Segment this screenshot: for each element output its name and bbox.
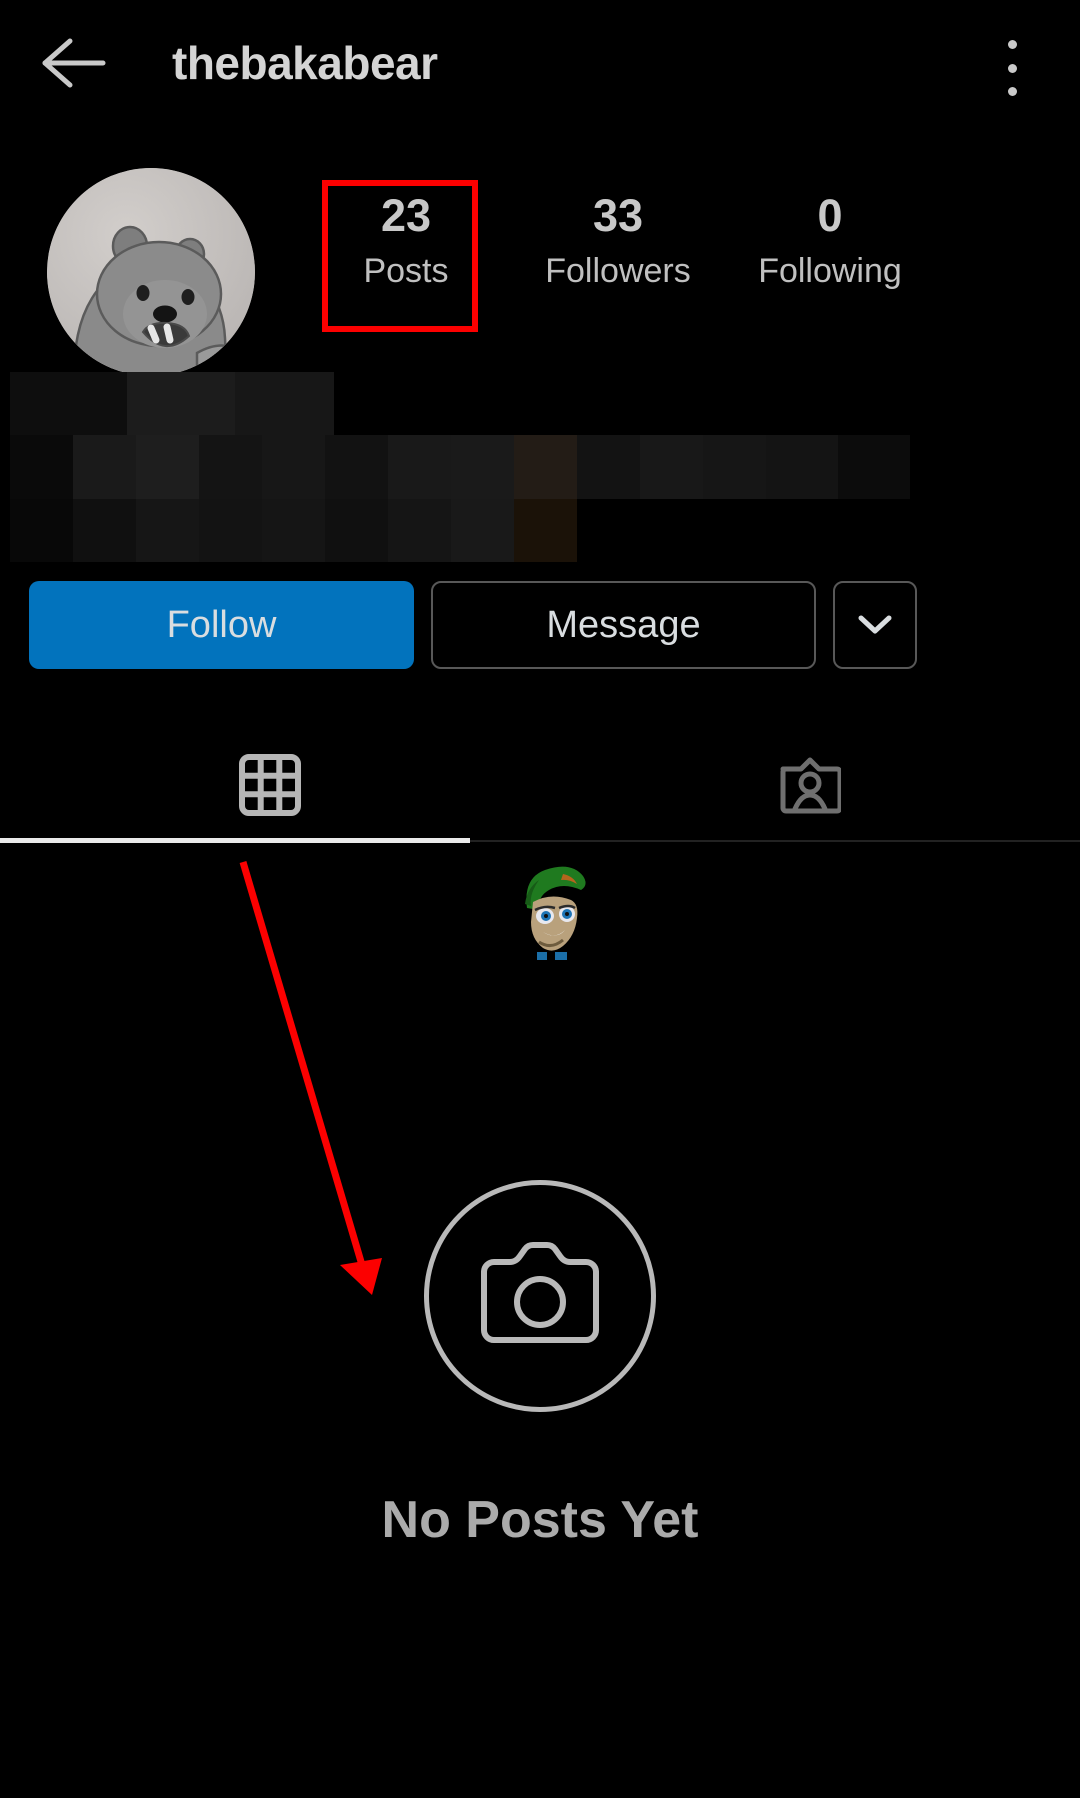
follow-button[interactable]: Follow: [29, 581, 414, 669]
profile-tabs: [0, 735, 1080, 840]
tab-divider: [470, 840, 1080, 842]
message-button[interactable]: Message: [431, 581, 816, 669]
profile-action-buttons: Follow Message: [0, 580, 1080, 670]
active-tab-indicator: [0, 838, 470, 843]
stat-followers-label: Followers: [545, 251, 691, 290]
camera-icon: [424, 1180, 656, 1412]
page-title: thebakabear: [172, 36, 438, 89]
profile-summary: 23 Posts 33 Followers 0 Following: [0, 160, 1080, 376]
bio-censored-block: [10, 372, 910, 562]
stat-posts-label: Posts: [363, 251, 449, 290]
kebab-menu-icon[interactable]: [990, 40, 1034, 96]
instagram-profile-screen: thebakabear 23 Posts 33 Followers 0 Foll…: [0, 0, 1080, 1798]
grid-icon: [239, 754, 301, 821]
stat-following-label: Following: [758, 251, 902, 290]
profile-stats: 23 Posts 33 Followers 0 Following: [300, 190, 1020, 293]
avatar[interactable]: [47, 168, 255, 376]
character-thumbnail: [505, 858, 593, 962]
empty-state: No Posts Yet: [0, 1180, 1080, 1550]
tab-tagged[interactable]: [540, 735, 1080, 840]
back-arrow-icon[interactable]: [28, 15, 124, 111]
app-header: thebakabear: [0, 0, 1080, 125]
stat-followers-value: 33: [592, 190, 644, 241]
bio-row: [10, 435, 910, 499]
stat-following[interactable]: 0 Following: [724, 190, 936, 293]
tagged-person-icon: [779, 755, 843, 820]
stat-following-value: 0: [817, 190, 843, 241]
bio-row: [10, 372, 910, 436]
chevron-down-icon[interactable]: [833, 581, 917, 669]
stat-followers[interactable]: 33 Followers: [512, 190, 724, 293]
stat-posts[interactable]: 23 Posts: [300, 190, 512, 293]
tab-grid[interactable]: [0, 735, 540, 840]
bio-row: [10, 498, 910, 562]
empty-state-title: No Posts Yet: [381, 1491, 699, 1549]
stat-posts-value: 23: [380, 190, 432, 241]
